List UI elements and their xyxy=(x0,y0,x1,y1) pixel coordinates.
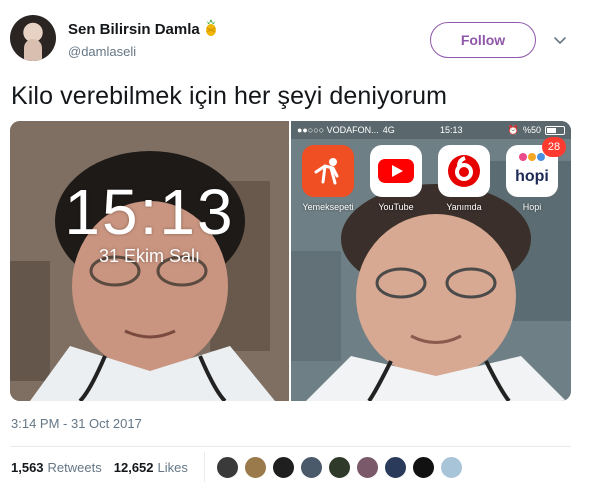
liker-avatar[interactable] xyxy=(300,456,323,479)
yemeksepeti-icon xyxy=(302,145,354,197)
app-label: Yanımda xyxy=(446,202,482,212)
home-screen-image[interactable]: ●●○○○ VODAFON... 4G 15:13 ⏰ %50 Yemeksep… xyxy=(291,121,571,401)
app-label: YouTube xyxy=(378,202,414,212)
liker-avatar[interactable] xyxy=(328,456,351,479)
app-hopi: hopi 28 Hopi xyxy=(505,137,566,212)
notification-badge: 28 xyxy=(542,137,566,157)
retweets-count[interactable]: 1,563 xyxy=(11,460,44,475)
liker-avatar[interactable] xyxy=(272,456,295,479)
tweet-media[interactable]: 15:13 31 Ekim Salı ●●○○○ VODAFON... 4G 1… xyxy=(10,121,571,401)
display-name[interactable]: Sen Bilirsin Damla xyxy=(68,21,200,38)
likes-label[interactable]: Likes xyxy=(158,460,188,475)
divider xyxy=(204,452,205,482)
app-row: Yemeksepeti YouTube Yanımda hopi 28 Hopi xyxy=(301,137,566,212)
liker-avatar[interactable] xyxy=(356,456,379,479)
youtube-icon xyxy=(370,145,422,197)
battery-percent: %50 xyxy=(522,125,541,135)
battery-icon xyxy=(545,125,565,135)
vodafone-icon xyxy=(438,145,490,197)
liker-avatar[interactable] xyxy=(384,456,407,479)
liker-avatar[interactable] xyxy=(216,456,239,479)
liker-avatars xyxy=(216,456,463,479)
divider xyxy=(10,446,571,447)
user-info: Sen Bilirsin Damla @damlaseli xyxy=(68,19,219,59)
phone-status-bar: ●●○○○ VODAFON... 4G 15:13 ⏰ %50 xyxy=(291,121,571,139)
likes-count[interactable]: 12,652 xyxy=(114,460,154,475)
app-yanimda: Yanımda xyxy=(437,145,491,212)
retweets-label[interactable]: Retweets xyxy=(48,460,102,475)
avatar[interactable] xyxy=(10,15,56,61)
lock-screen-date: 31 Ekim Salı xyxy=(98,246,201,266)
liker-avatar[interactable] xyxy=(440,456,463,479)
app-youtube: YouTube xyxy=(369,145,423,212)
tweet-text: Kilo verebilmek için her şeyi deniyorum xyxy=(11,82,448,110)
alarm-icon: ⏰ xyxy=(507,124,519,135)
tweet-timestamp[interactable]: 3:14 PM - 31 Oct 2017 xyxy=(11,416,142,431)
follow-button[interactable]: Follow xyxy=(430,22,536,58)
app-label: Yemeksepeti xyxy=(302,202,354,212)
tweet-stats: 1,563 Retweets 12,652 Likes xyxy=(11,460,200,475)
liker-avatar[interactable] xyxy=(244,456,267,479)
user-handle[interactable]: @damlaseli xyxy=(68,44,219,59)
network-text: 4G xyxy=(382,125,395,135)
pineapple-icon xyxy=(205,19,216,36)
hopi-wordmark: hopi xyxy=(515,168,549,185)
carrier-text: ●●○○○ VODAFON... xyxy=(297,125,379,135)
chevron-down-icon[interactable] xyxy=(552,32,568,48)
display-name-row[interactable]: Sen Bilirsin Damla xyxy=(68,19,219,38)
lock-screen-time: 15:13 xyxy=(64,176,235,248)
hopi-icon: hopi 28 xyxy=(506,137,566,197)
lock-screen-image[interactable]: 15:13 31 Ekim Salı xyxy=(10,121,289,401)
app-label: Hopi xyxy=(522,202,542,212)
status-time: 15:13 xyxy=(439,125,463,135)
app-yemeksepeti: Yemeksepeti xyxy=(301,145,355,212)
liker-avatar[interactable] xyxy=(412,456,435,479)
